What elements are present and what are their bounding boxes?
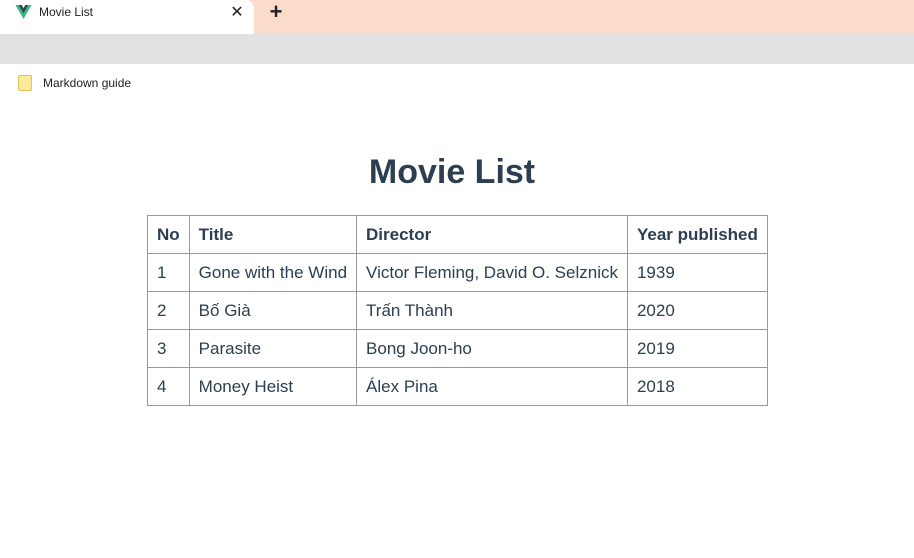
header-director: Director: [356, 215, 628, 254]
bookmarks-bar: Markdown guide: [0, 64, 914, 100]
cell-year: 2018: [626, 367, 768, 406]
cell-title: Gone with the Wind: [188, 253, 358, 292]
header-no: No: [147, 215, 190, 254]
bookmark-label: Markdown guide: [43, 76, 132, 90]
header-year: Year published: [626, 215, 768, 254]
cell-director: Álex Pina: [356, 367, 628, 406]
cell-title: Parasite: [188, 329, 358, 368]
table-row: 1 Gone with the Wind Victor Fleming, Dav…: [147, 253, 768, 292]
cell-no: 3: [147, 329, 190, 368]
cell-director: Victor Fleming, David O. Selznick: [356, 253, 628, 292]
cell-director: Bong Joon-ho: [356, 329, 628, 368]
header-title: Title: [188, 215, 358, 254]
cell-no: 1: [147, 253, 190, 292]
table-header-row: No Title Director Year published: [147, 215, 768, 254]
tab-movie-list[interactable]: Movie List ✕: [0, 0, 254, 34]
table-row: 4 Money Heist Álex Pina 2018: [147, 367, 768, 406]
cell-no: 4: [147, 367, 190, 406]
folder-icon: [18, 75, 32, 91]
cell-no: 2: [147, 291, 190, 330]
vue-logo-icon: [15, 5, 32, 19]
close-tab-icon[interactable]: ✕: [228, 3, 246, 21]
new-tab-button[interactable]: +: [265, 1, 287, 23]
bookmark-markdown-guide[interactable]: Markdown guide: [18, 74, 131, 92]
table-row: 2 Bố Già Trấn Thành 2020: [147, 291, 768, 330]
browser-toolbar: [0, 34, 914, 64]
tab-strip: Movie List ✕ +: [0, 0, 914, 34]
cell-director: Trấn Thành: [356, 291, 628, 330]
table-row: 3 Parasite Bong Joon-ho 2019: [147, 329, 768, 368]
cell-title: Bố Già: [188, 291, 358, 330]
movie-table: No Title Director Year published 1 Gone …: [147, 215, 768, 406]
page-title: Movie List: [368, 153, 536, 191]
tab-title: Movie List: [39, 5, 94, 19]
cell-year: 2019: [626, 329, 768, 368]
cell-title: Money Heist: [188, 367, 358, 406]
cell-year: 2020: [626, 291, 768, 330]
cell-year: 1939: [626, 253, 768, 292]
